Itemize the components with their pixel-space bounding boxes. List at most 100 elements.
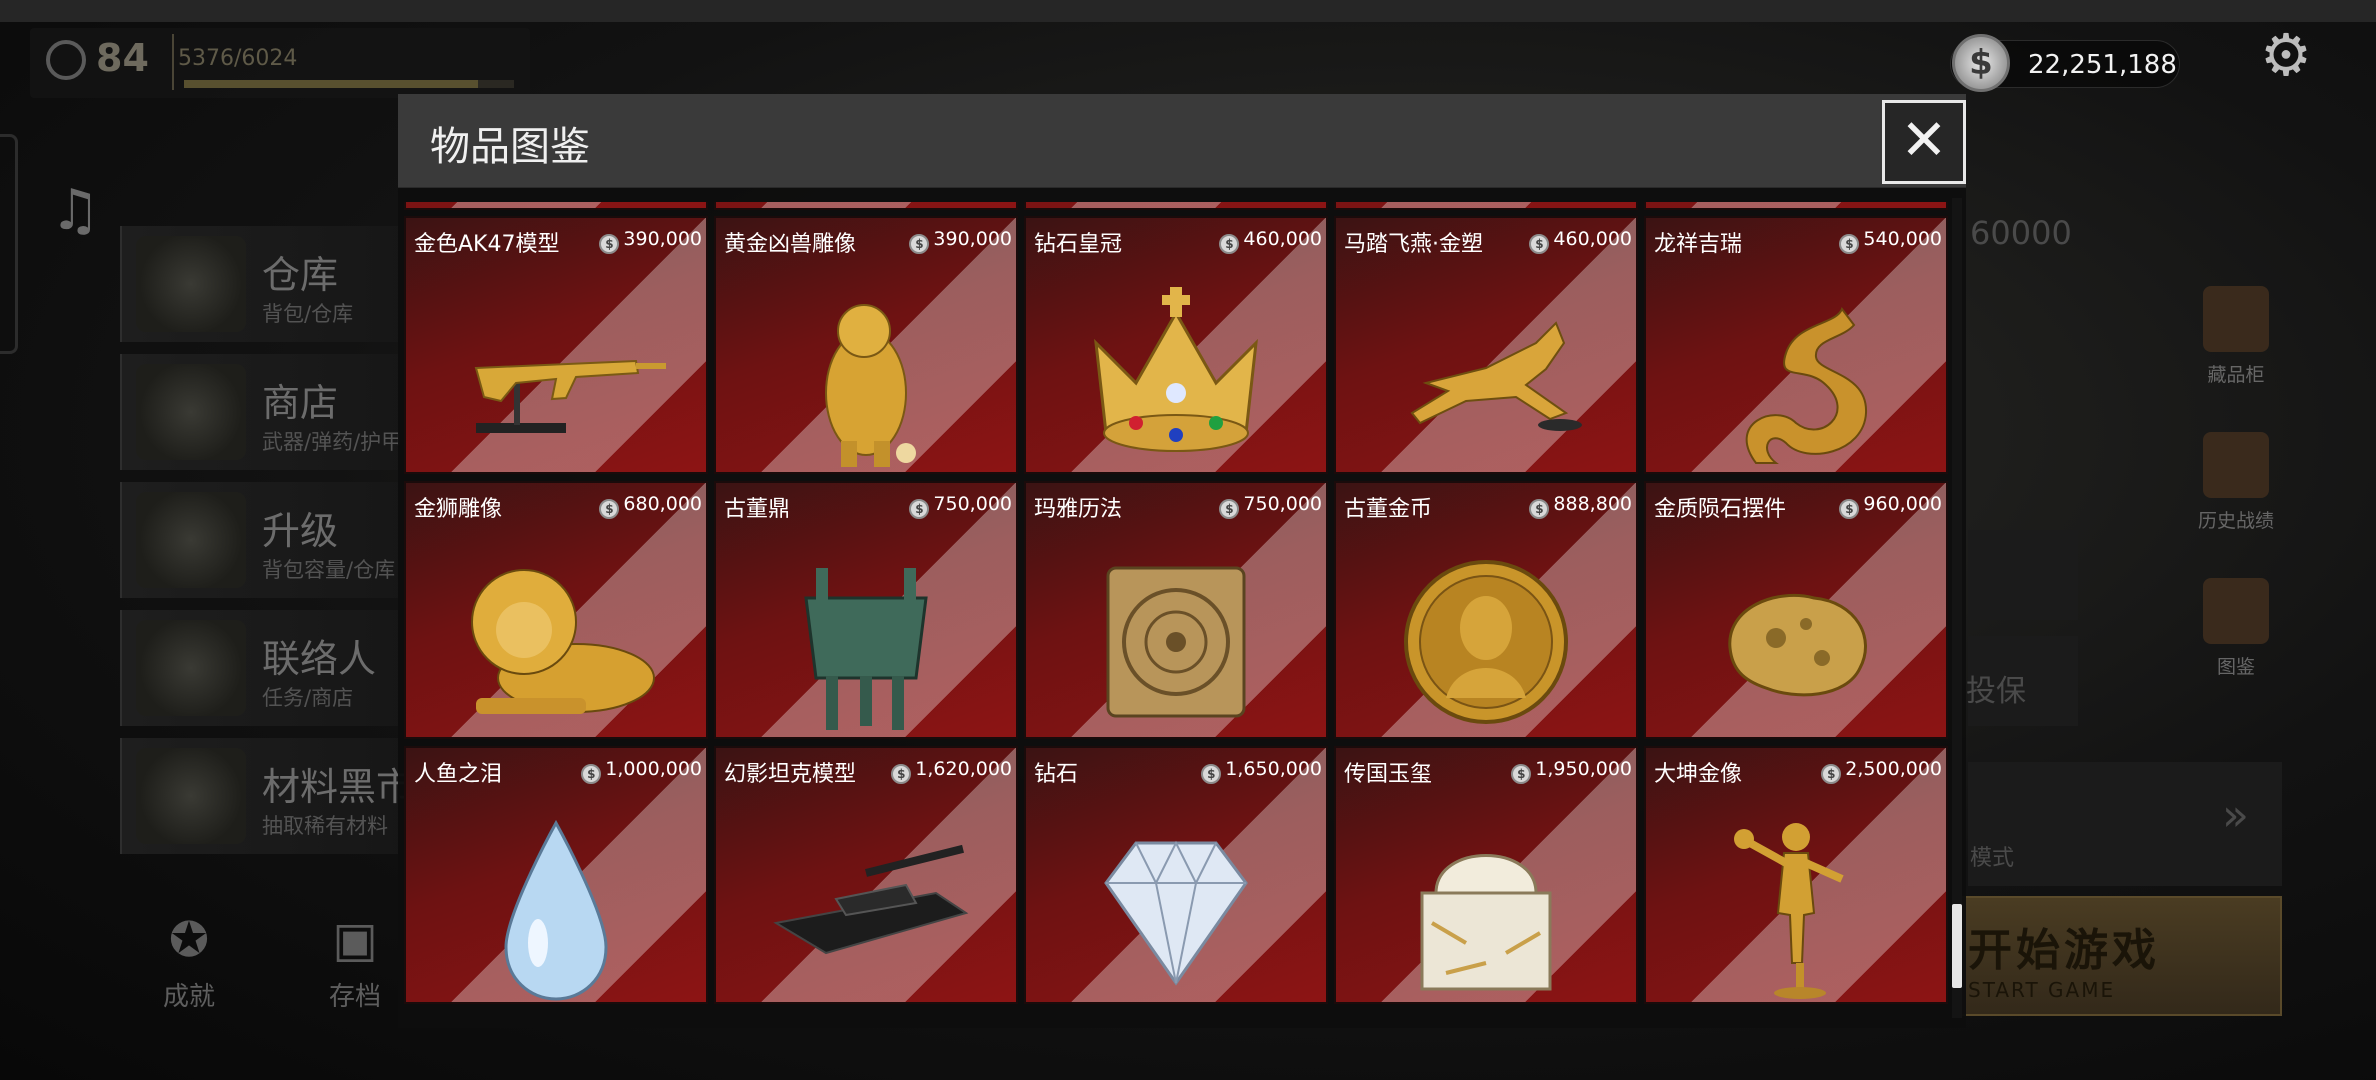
silver-coin-icon: $ [1821, 764, 1842, 784]
diamond-icon [1026, 800, 1326, 1002]
item-grid-viewport[interactable]: 金色AK47模型 $390,000 黄金凶兽雕像 $390,000 钻石皇冠 $460,0… [398, 202, 1958, 1014]
item-price: $390,000 [909, 228, 1012, 254]
save-button[interactable]: ▣ 存档 [300, 912, 410, 1022]
item-price: $750,000 [1219, 493, 1322, 519]
item-price-value: 540,000 [1863, 228, 1942, 250]
contacts-icon [136, 620, 246, 716]
item-card-partial[interactable] [1024, 202, 1328, 210]
item-card[interactable]: 古董鼎 $750,000 [714, 481, 1018, 739]
item-card[interactable]: 幻影坦克模型 $1,620,000 [714, 746, 1018, 1004]
menu-item-black-market[interactable]: 材料黑市 抽取稀有材料 [120, 738, 420, 854]
achievements-button[interactable]: ✪ 成就 [134, 912, 244, 1022]
xp-bar [184, 80, 514, 88]
cabinet-icon [2203, 286, 2269, 352]
silver-coin-icon: $ [1839, 234, 1860, 254]
close-button[interactable]: ✕ [1882, 100, 1966, 184]
item-card[interactable]: 古董金币 $888,800 [1334, 481, 1638, 739]
music-icon[interactable]: ♫ [50, 178, 100, 243]
item-card[interactable]: 黄金凶兽雕像 $390,000 [714, 216, 1018, 474]
item-price-value: 1,000,000 [605, 758, 702, 780]
item-name: 传国玉玺 [1344, 762, 1433, 787]
menu-title: 商店 [262, 381, 339, 425]
menu-item-warehouse[interactable]: 仓库 背包/仓库 [120, 226, 420, 342]
insure-text: 投保 [1966, 674, 2026, 709]
item-name: 金狮雕像 [414, 497, 503, 522]
item-name: 古董金币 [1344, 497, 1433, 522]
scrollbar[interactable] [1952, 198, 1962, 1018]
menu-title: 仓库 [262, 253, 339, 297]
history-button[interactable]: 历史战绩 [2176, 432, 2296, 533]
chevron-right-icon[interactable]: » [2222, 790, 2249, 841]
item-price-value: 1,650,000 [1225, 758, 1322, 780]
menu-item-shop[interactable]: 商店 武器/弹药/护甲 [120, 354, 420, 470]
save-label: 存档 [328, 982, 381, 1012]
item-card[interactable]: 金狮雕像 $680,000 [404, 481, 708, 739]
item-price-value: 680,000 [623, 493, 702, 515]
item-name: 幻影坦克模型 [724, 762, 857, 787]
item-price: $540,000 [1839, 228, 1942, 254]
level-divider [172, 34, 174, 90]
achievements-label: 成就 [162, 982, 215, 1012]
item-name: 钻石 [1034, 762, 1079, 787]
item-price-value: 1,620,000 [915, 758, 1012, 780]
item-price-value: 960,000 [1863, 493, 1942, 515]
item-name: 玛雅历法 [1034, 497, 1123, 522]
item-card[interactable]: 玛雅历法 $750,000 [1024, 481, 1328, 739]
item-card-partial[interactable] [714, 202, 1018, 210]
book-icon [2203, 578, 2269, 644]
item-card[interactable]: 大坤金像 $2,500,000 [1644, 746, 1948, 1004]
item-card[interactable]: 龙祥吉瑞 $540,000 [1644, 216, 1948, 474]
shop-icon [136, 364, 246, 460]
golden-beast-icon [716, 270, 1016, 472]
item-card[interactable]: 传国玉玺 $1,950,000 [1334, 746, 1638, 1004]
item-card[interactable]: 钻石 $1,650,000 [1024, 746, 1328, 1004]
item-card[interactable]: 人鱼之泪 $1,000,000 [404, 746, 708, 1004]
menu-subtitle: 武器/弹药/护甲 [262, 430, 403, 454]
item-price: $1,000,000 [581, 758, 702, 784]
history-label: 历史战绩 [2197, 510, 2274, 532]
scroll-icon [2203, 432, 2269, 498]
menu-title: 材料黑市 [262, 765, 415, 809]
codex-button[interactable]: 图鉴 [2176, 578, 2296, 679]
gear-icon[interactable]: ⚙ [2260, 26, 2312, 84]
chest-icon [136, 748, 246, 844]
item-card[interactable]: 钻石皇冠 $460,000 [1024, 216, 1328, 474]
item-card[interactable]: 金质陨石摆件 $960,000 [1644, 481, 1948, 739]
silver-coin-icon: $ [1219, 234, 1240, 254]
crown-icon [1026, 270, 1326, 472]
silver-coin-icon: $ [599, 234, 620, 254]
cabinet-button[interactable]: 藏品柜 [2176, 286, 2296, 387]
menu-item-upgrade[interactable]: 升级 背包容量/仓库 [120, 482, 420, 598]
item-name: 金质陨石摆件 [1654, 497, 1787, 522]
save-icon: ▣ [332, 912, 378, 968]
item-name: 龙祥吉瑞 [1654, 232, 1743, 257]
cabinet-label: 藏品柜 [2207, 364, 2265, 386]
item-card-partial[interactable] [1334, 202, 1638, 210]
left-side-tab[interactable] [0, 134, 18, 354]
item-price: $2,500,000 [1821, 758, 1942, 784]
silver-coin-icon: $ [1839, 499, 1860, 519]
item-price-value: 2,500,000 [1845, 758, 1942, 780]
item-card-partial[interactable] [404, 202, 708, 210]
xp-text: 5376/6024 [178, 46, 298, 71]
start-game-button[interactable]: 开始游戏 START GAME [1960, 896, 2282, 1016]
tank-icon [716, 800, 1016, 1002]
item-price-value: 390,000 [933, 228, 1012, 250]
item-name: 人鱼之泪 [414, 762, 503, 787]
item-card[interactable]: 金色AK47模型 $390,000 [404, 216, 708, 474]
item-codex-panel[interactable]: 金色AK47模型 $390,000 黄金凶兽雕像 $390,000 钻石皇冠 $460,0… [398, 188, 1966, 1028]
item-price: $460,000 [1219, 228, 1322, 254]
teardrop-icon [406, 800, 706, 1002]
silver-coin-icon: $ [599, 499, 620, 519]
item-card[interactable]: 马踏飞燕·金塑 $460,000 [1334, 216, 1638, 474]
menu-item-contacts[interactable]: 联络人 任务/商店 [120, 610, 420, 726]
golden-lion-icon [406, 535, 706, 737]
item-card-partial[interactable] [1644, 202, 1948, 210]
item-name: 金色AK47模型 [414, 232, 560, 257]
item-price: $460,000 [1529, 228, 1632, 254]
item-price: $1,650,000 [1201, 758, 1322, 784]
silver-coin-icon: $ [891, 764, 912, 784]
item-price: $888,800 [1529, 493, 1632, 519]
currency-amount: 22,251,188 [2028, 50, 2177, 80]
scrollbar-thumb[interactable] [1952, 904, 1962, 988]
